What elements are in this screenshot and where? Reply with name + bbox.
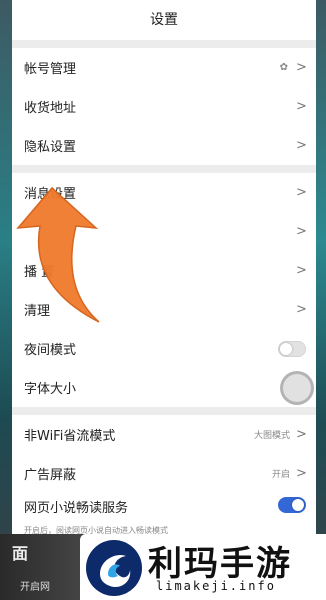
account-management-row[interactable]: 帐号管理 ✿ > xyxy=(12,48,316,87)
chevron-right-icon: > xyxy=(296,224,307,239)
row-value: 大图模式 xyxy=(253,431,290,441)
font-size-row[interactable]: 字体大小 xyxy=(12,368,316,407)
settings-group-account: 帐号管理 ✿ > 收货地址 > 隐私设置 > xyxy=(12,48,316,165)
brand-url: limakeji.info xyxy=(156,579,276,593)
row-label: 收货地址 xyxy=(24,101,77,116)
row-label: 字体大小 xyxy=(24,382,77,397)
web-novel-reading-toggle[interactable] xyxy=(278,497,306,513)
row-value: 开启 xyxy=(271,470,290,480)
row-label: 非WiFi省流模式 xyxy=(24,429,116,444)
tutorial-arrow-icon xyxy=(16,186,100,323)
divider xyxy=(12,40,316,48)
row-label: 隐私设置 xyxy=(24,140,77,155)
gear-icon: ✿ xyxy=(279,62,288,73)
row-label: 帐号管理 xyxy=(24,62,77,77)
toggle-knob xyxy=(292,499,304,511)
ad-block-row[interactable]: 广告屏蔽 开启 > xyxy=(12,454,316,493)
night-mode-row: 夜间模式 xyxy=(12,329,316,368)
night-mode-toggle[interactable] xyxy=(278,340,306,357)
row-label: 网页小说畅读服务 xyxy=(24,501,129,516)
video-button-text: 开启网 xyxy=(20,582,50,593)
toggle-knob xyxy=(280,342,292,355)
chevron-right-icon: > xyxy=(296,263,307,278)
settings-group-reading: 非WiFi省流模式 大图模式 > 广告屏蔽 开启 > 网页小说畅读服务 开启后，… xyxy=(12,415,316,541)
chevron-right-icon: > xyxy=(296,466,307,481)
chevron-right-icon: > xyxy=(296,99,307,114)
brand-logo-icon xyxy=(86,540,142,596)
video-caption: 面 xyxy=(12,544,29,563)
shipping-address-row[interactable]: 收货地址 > xyxy=(12,87,316,126)
chevron-right-icon: > xyxy=(296,427,307,442)
chevron-right-icon: > xyxy=(296,60,307,75)
chevron-right-icon: > xyxy=(296,302,307,317)
divider xyxy=(12,165,316,173)
brand-title: 利玛手游 xyxy=(148,544,292,584)
watermark-banner: 利玛手游 limakeji.info xyxy=(80,534,326,600)
row-label: 广告屏蔽 xyxy=(24,468,77,483)
wifi-saving-mode-row[interactable]: 非WiFi省流模式 大图模式 > xyxy=(12,415,316,454)
page-title: 设置 xyxy=(12,0,316,40)
chevron-right-icon: > xyxy=(296,185,307,200)
touch-indicator xyxy=(280,371,314,405)
background-right xyxy=(316,0,326,600)
divider xyxy=(12,407,316,415)
row-label: 夜间模式 xyxy=(24,343,77,358)
privacy-settings-row[interactable]: 隐私设置 > xyxy=(12,126,316,165)
chevron-right-icon: > xyxy=(296,138,307,153)
